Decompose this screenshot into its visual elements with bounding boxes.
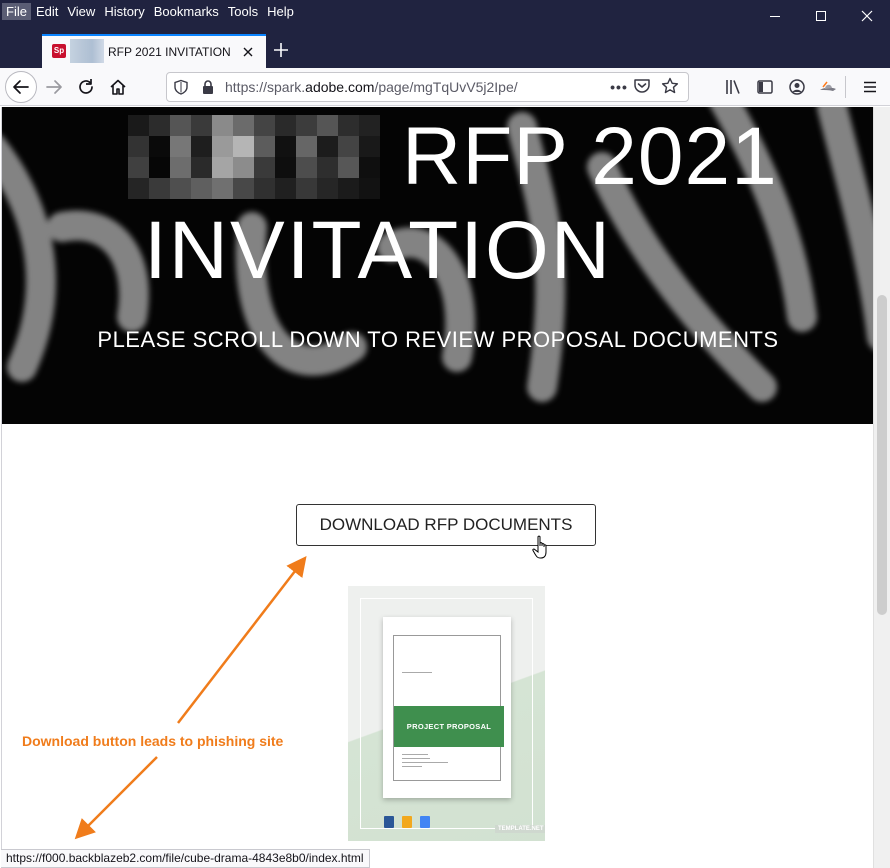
thumbnail-text-line	[402, 758, 430, 759]
google-docs-file-icon	[420, 816, 430, 828]
thumbnail-text-line	[402, 766, 422, 767]
adobe-spark-favicon-icon: Sp	[52, 44, 66, 58]
hero-subtitle: PLEASE SCROLL DOWN TO REVIEW PROPOSAL DO…	[97, 327, 779, 352]
arrow-left-icon	[13, 80, 29, 94]
hero-title-line-1: RFP 2021	[402, 111, 778, 202]
bookmark-star-icon[interactable]	[661, 77, 679, 100]
home-button[interactable]	[102, 71, 134, 103]
minimize-button[interactable]	[752, 0, 798, 32]
menu-bar: File Edit View History Bookmarks Tools H…	[2, 3, 299, 20]
address-bar[interactable]: https://spark.adobe.com/page/mgTqUvV5j2I…	[166, 72, 689, 102]
close-icon	[243, 47, 253, 57]
menu-tools[interactable]: Tools	[224, 3, 262, 20]
title-bar: File Edit View History Bookmarks Tools H…	[0, 0, 890, 32]
hamburger-menu-icon	[864, 81, 876, 93]
menu-edit[interactable]: Edit	[32, 3, 62, 20]
file-format-icons	[384, 816, 438, 828]
url-prefix: https://spark.	[225, 79, 306, 95]
thumbnail-text-line	[402, 762, 448, 763]
page-actions-more-icon[interactable]: •••	[607, 75, 631, 99]
extension-hat-icon	[820, 81, 836, 91]
maximize-icon	[816, 11, 826, 21]
menu-history[interactable]: History	[100, 3, 148, 20]
plus-icon	[274, 43, 288, 57]
tab-strip: Sp RFP 2021 INVITATION	[0, 32, 890, 68]
hero-title-line-2: INVITATION	[144, 205, 612, 296]
redacted-company-logo	[128, 115, 380, 205]
reload-icon	[79, 79, 93, 94]
library-button[interactable]	[721, 75, 745, 99]
menu-view[interactable]: View	[63, 3, 99, 20]
back-button[interactable]	[5, 71, 37, 103]
menu-bookmarks[interactable]: Bookmarks	[150, 3, 223, 20]
extension-button[interactable]	[816, 75, 840, 99]
page-viewport: RFP 2021 INVITATION PLEASE SCROLL DOWN T…	[1, 107, 873, 868]
account-icon	[789, 79, 805, 95]
library-icon	[726, 80, 740, 94]
tab-title: RFP 2021 INVITATION	[108, 45, 231, 59]
arrow-to-download-button	[177, 556, 307, 724]
scrollbar-thumb[interactable]	[877, 295, 887, 615]
status-bar-link-preview: https://f000.backblazeb2.com/file/cube-d…	[1, 849, 370, 868]
maximize-button[interactable]	[798, 0, 844, 32]
forward-button[interactable]	[38, 71, 70, 103]
account-button[interactable]	[785, 75, 809, 99]
minimize-icon	[770, 16, 780, 17]
pocket-icon[interactable]	[633, 77, 651, 100]
tracking-protection-shield-icon[interactable]	[173, 79, 189, 100]
url-path: /page/mgTqUvV5j2Ipe/	[374, 79, 518, 95]
tab-close-button[interactable]	[238, 42, 258, 62]
menu-help[interactable]: Help	[263, 3, 298, 20]
close-window-button[interactable]	[844, 0, 890, 32]
navigation-toolbar: https://spark.adobe.com/page/mgTqUvV5j2I…	[0, 68, 890, 106]
close-icon	[861, 10, 873, 22]
hero-banner: RFP 2021 INVITATION PLEASE SCROLL DOWN T…	[2, 107, 873, 424]
annotation-label: Download button leads to phishing site	[22, 733, 284, 749]
sidebar-icon	[757, 80, 773, 94]
new-tab-button[interactable]	[268, 38, 294, 62]
project-proposal-band: PROJECT PROPOSAL	[394, 706, 504, 747]
word-file-icon	[384, 816, 394, 828]
proposal-document-thumbnail[interactable]: PROJECT PROPOSAL TEMPLATE.NET	[348, 586, 545, 841]
sidebar-button[interactable]	[753, 75, 777, 99]
menu-file[interactable]: File	[2, 3, 31, 20]
lock-icon[interactable]	[201, 79, 215, 100]
hand-pointer-cursor-icon	[532, 535, 547, 559]
thumbnail-page: PROJECT PROPOSAL	[383, 617, 511, 798]
arrow-to-status-bar	[74, 756, 158, 840]
page-scrollbar[interactable]	[873, 107, 890, 868]
home-icon	[110, 79, 126, 95]
template-watermark: TEMPLATE.NET	[495, 825, 545, 833]
url-text[interactable]: https://spark.adobe.com/page/mgTqUvV5j2I…	[225, 79, 518, 95]
tab-rfp-invitation[interactable]: Sp RFP 2021 INVITATION	[42, 34, 266, 68]
arrow-right-icon	[46, 80, 62, 94]
pages-file-icon	[402, 816, 412, 828]
reload-button[interactable]	[70, 71, 102, 103]
thumbnail-page-border: PROJECT PROPOSAL	[393, 635, 504, 781]
thumbnail-text-line	[402, 754, 428, 755]
url-domain: adobe.com	[305, 79, 375, 95]
app-menu-button[interactable]	[858, 75, 882, 99]
toolbar-separator	[845, 76, 846, 98]
redacted-tab-text	[70, 39, 104, 63]
thumbnail-text-line	[402, 672, 432, 673]
